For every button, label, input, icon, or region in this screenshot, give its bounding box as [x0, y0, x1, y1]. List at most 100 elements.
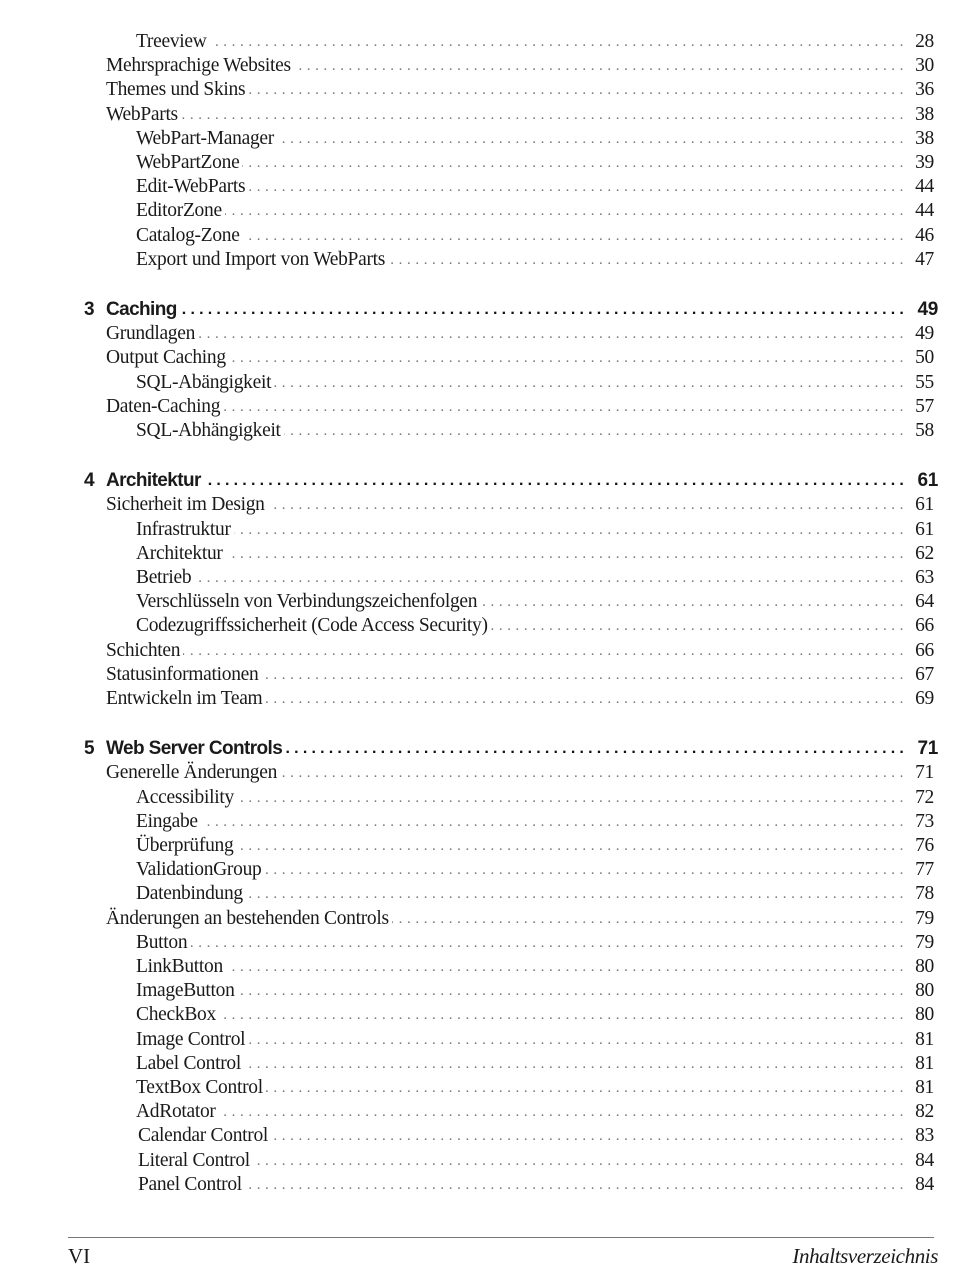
toc-entry[interactable]: ........................................…	[0, 614, 960, 639]
dot-leader: ........................................…	[268, 497, 908, 514]
dot-leader: ........................................…	[285, 740, 908, 758]
dot-leader: ........................................…	[274, 374, 908, 391]
toc-entry[interactable]: ........................................…	[0, 175, 960, 200]
entry-title: SQL-Abängigkeit	[136, 370, 273, 395]
dot-leader: ........................................…	[226, 545, 908, 562]
footer-section-title: Inhaltsverzeichnis	[792, 1244, 938, 1268]
toc-entry[interactable]: ........................................…	[0, 662, 960, 687]
entry-page-number: 76	[906, 834, 934, 858]
toc-entry[interactable]: ........................................…	[0, 1003, 960, 1028]
entry-page-number: 66	[906, 638, 934, 663]
toc-entry[interactable]: ........................................…	[0, 882, 960, 907]
entry-page-number: 69	[906, 687, 934, 711]
entry-page-number: 82	[906, 1100, 934, 1125]
entry-title: Edit-WebParts	[136, 175, 247, 200]
dot-leader: ........................................…	[388, 251, 908, 268]
toc-entry[interactable]: ........................................…	[0, 370, 960, 395]
toc-entry[interactable]: ........................................…	[0, 1076, 960, 1100]
entry-title: Generelle Änderungen	[106, 761, 279, 786]
entry-title: EditorZone	[136, 199, 223, 224]
dot-leader: ........................................…	[237, 789, 908, 806]
entry-title: Daten-Caching	[106, 394, 222, 419]
toc-entry[interactable]: ........................................…	[0, 1100, 960, 1125]
entry-page-number: 58	[906, 419, 934, 443]
toc-entry[interactable]: ........................................…	[0, 785, 960, 810]
dot-leader: ........................................…	[284, 423, 908, 439]
entry-page-number: 55	[906, 370, 934, 395]
toc-entry[interactable]: ........................................…	[0, 590, 960, 615]
entry-title: Sicherheit im Design	[106, 493, 266, 518]
entry-page-number: 83	[906, 1124, 934, 1149]
entry-page-number: 30	[906, 54, 934, 79]
entry-title: Änderungen an bestehenden Controls	[106, 906, 390, 931]
toc-entry[interactable]: ........................................…	[0, 1124, 960, 1149]
entry-title: Codezugriffssicherheit (Code Access Secu…	[136, 614, 489, 639]
dot-leader: ........................................…	[226, 959, 908, 975]
entry-page-number: 66	[906, 614, 934, 639]
entry-title: Verschlüsseln von Verbindungszeichenfolg…	[136, 590, 479, 615]
entry-title: AdRotator	[136, 1100, 217, 1125]
entry-title: TextBox Control	[136, 1076, 264, 1100]
toc-entry[interactable]: ........................................…	[0, 638, 960, 663]
toc-entry[interactable]: ........................................…	[0, 78, 960, 103]
toc-entry[interactable]: ........................................…	[0, 54, 960, 79]
toc-entry[interactable]: ........................................…	[0, 761, 960, 786]
entry-title: WebPart-Manager	[136, 126, 275, 151]
toc-entry[interactable]: ........................................…	[0, 151, 960, 175]
toc-entry[interactable]: ........................................…	[0, 322, 960, 347]
entry-title: Calendar Control	[138, 1124, 270, 1149]
entry-page-number: 84	[906, 1172, 934, 1197]
dot-leader: ........................................…	[180, 301, 908, 318]
entry-title: Entwickeln im Team	[106, 687, 264, 711]
toc-entry[interactable]: ........................................…	[0, 566, 960, 590]
entry-title: Mehrsprachige Websites	[106, 54, 292, 79]
entry-title: LinkButton	[136, 955, 224, 979]
toc-entry[interactable]: ........................................…	[0, 517, 960, 542]
toc-entry[interactable]: ........................................…	[0, 199, 960, 224]
toc-entry[interactable]: ........................................…	[0, 1027, 960, 1052]
toc-entry[interactable]: ........................................…	[0, 930, 960, 955]
entry-page-number: 39	[906, 151, 934, 175]
entry-page-number: 46	[906, 223, 934, 248]
toc-entry[interactable]: ........................................…	[0, 1051, 960, 1076]
entry-page-number: 73	[906, 809, 934, 834]
toc-entry[interactable]: ........................................…	[0, 1148, 960, 1173]
toc-entry[interactable]: ........................................…	[0, 541, 960, 566]
entry-page-number: 72	[906, 785, 934, 810]
dot-leader: ........................................…	[219, 1104, 908, 1121]
toc-entry[interactable]: ........................................…	[0, 858, 960, 883]
toc-entry[interactable]: ........................................…	[0, 223, 960, 248]
entry-title: Catalog-Zone	[136, 223, 241, 248]
entry-page-number: 71	[910, 737, 938, 762]
toc-entry[interactable]: ........................................…	[0, 102, 960, 127]
dot-leader: ........................................…	[244, 1055, 908, 1072]
entry-title: Caching	[106, 298, 178, 322]
toc-entry[interactable]: ........................................…	[0, 394, 960, 419]
toc-entry[interactable]: ........................................…	[0, 30, 960, 54]
dot-leader: ........................................…	[261, 666, 908, 683]
entry-page-number: 84	[906, 1148, 934, 1173]
entry-page-number: 36	[906, 78, 934, 103]
toc-entry[interactable]: ........................................…	[0, 809, 960, 834]
toc-entry[interactable]: ........................................…	[0, 834, 960, 858]
toc-entry[interactable]: ........................................…	[0, 346, 960, 371]
toc-entry[interactable]: ........................................…	[0, 906, 960, 931]
toc-entry[interactable]: ........................................…	[0, 687, 960, 711]
toc-entry[interactable]: ........................................…	[0, 1172, 960, 1197]
toc-entry[interactable]: ........................................…	[0, 126, 960, 151]
toc-entry[interactable]: ........................................…	[0, 979, 960, 1004]
toc-entry[interactable]: ........................................…	[0, 247, 960, 272]
entry-title: Infrastruktur	[136, 517, 232, 542]
toc-entry[interactable]: ........................................…	[0, 493, 960, 518]
toc-chapter-entry[interactable]: ........................................…	[0, 737, 960, 762]
footer-page-number: VI	[68, 1244, 91, 1268]
toc-chapter-entry[interactable]: ........................................…	[0, 298, 960, 322]
toc-entry[interactable]: ........................................…	[0, 419, 960, 443]
toc-entry[interactable]: ........................................…	[0, 955, 960, 979]
footer-divider	[68, 1237, 934, 1238]
entry-page-number: 50	[906, 346, 934, 371]
dot-leader: ........................................…	[225, 203, 908, 220]
entry-title: WebParts	[106, 102, 179, 127]
toc-chapter-entry[interactable]: ........................................…	[0, 469, 960, 494]
entry-page-number: 38	[906, 102, 934, 127]
